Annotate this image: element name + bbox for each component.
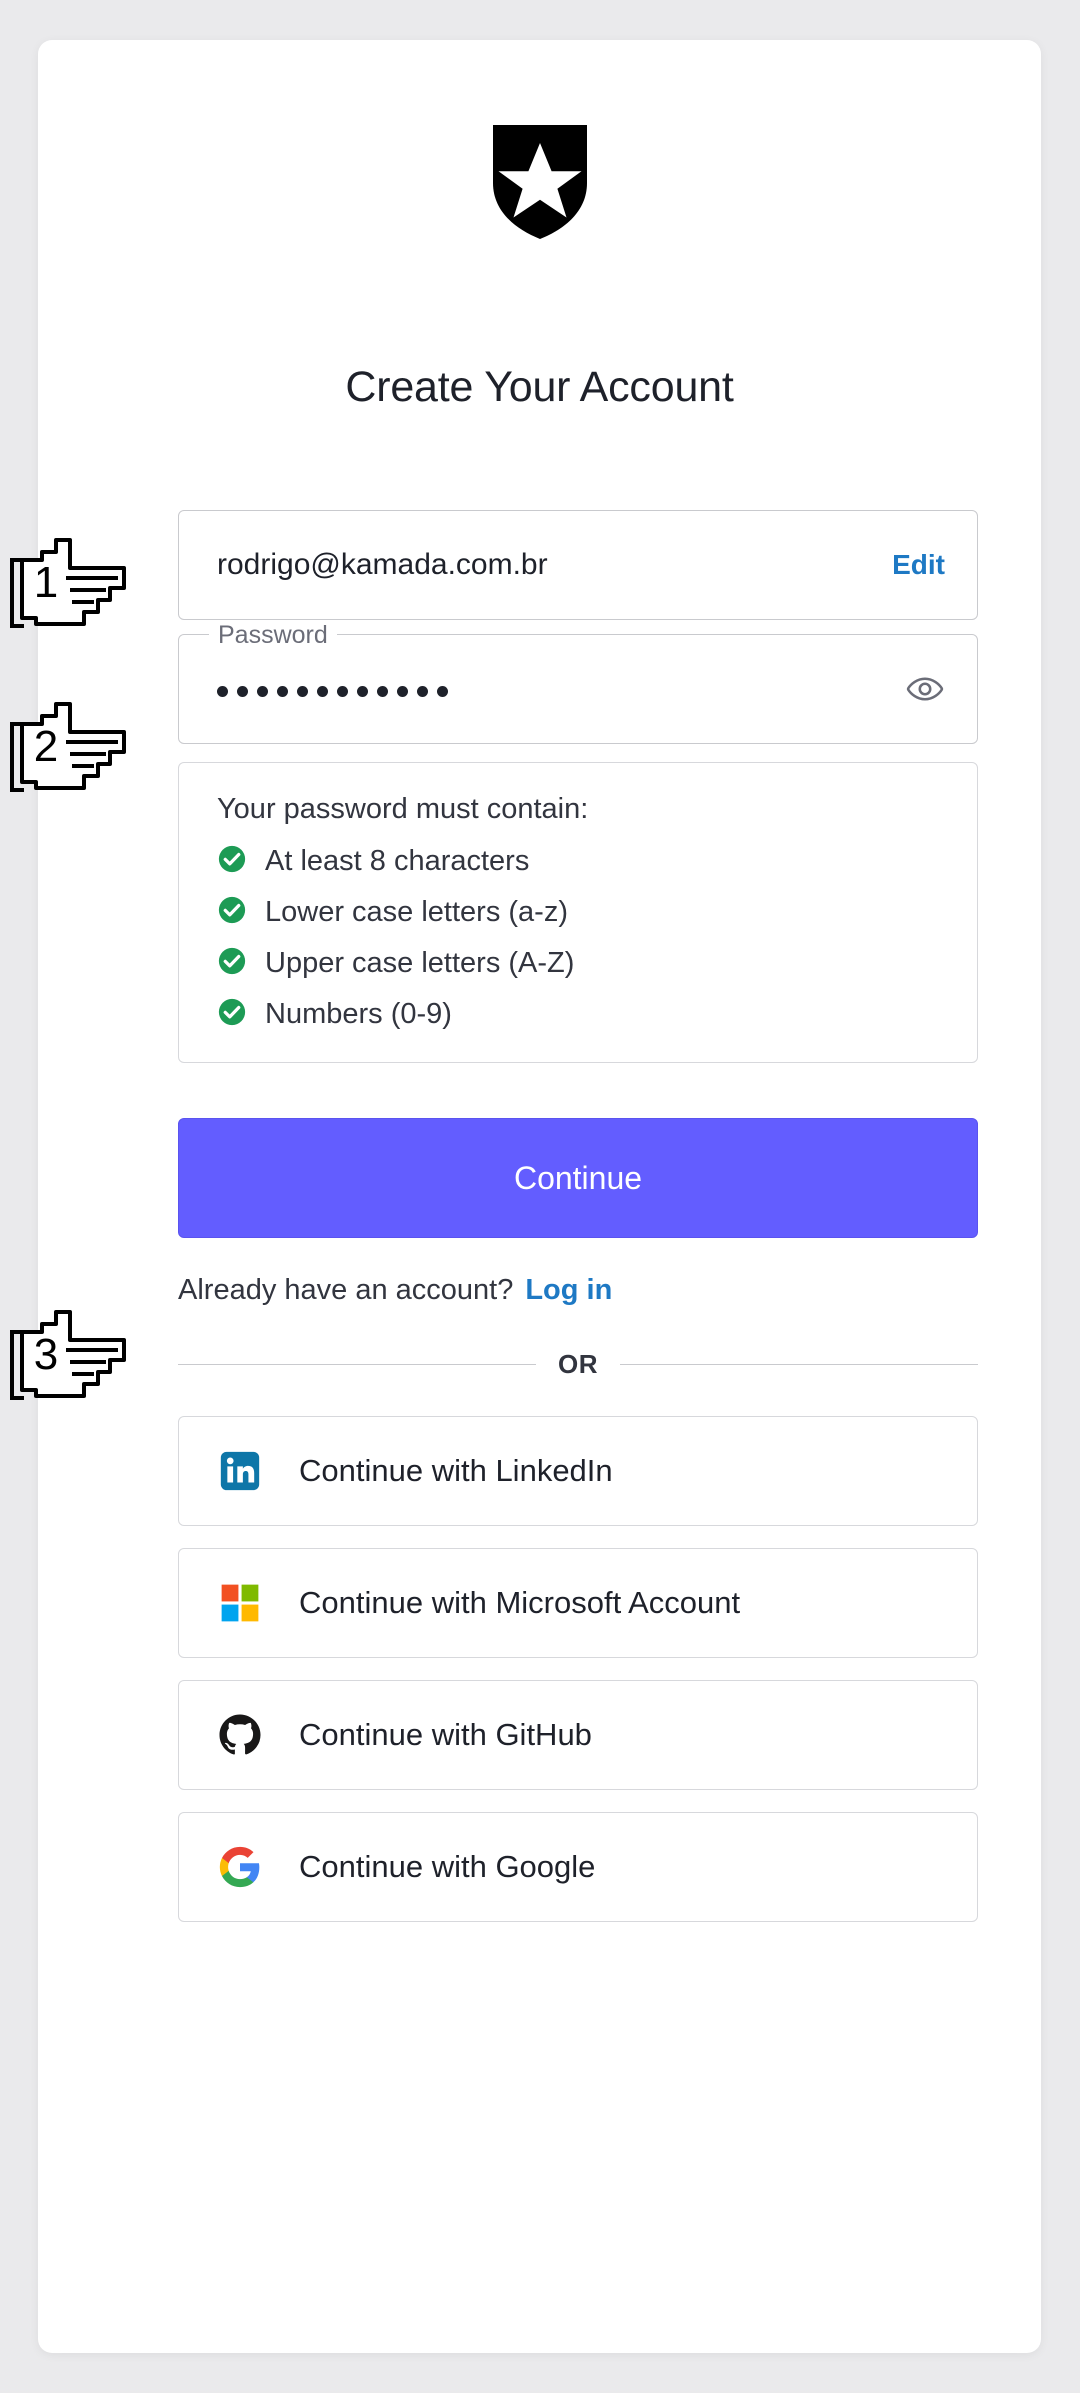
divider-rule-right — [620, 1364, 978, 1365]
social-button-label: Continue with LinkedIn — [299, 1453, 613, 1488]
divider-label: OR — [558, 1349, 598, 1379]
password-policy-label: Numbers (0-9) — [265, 998, 452, 1030]
password-policy-item: Lower case letters (a-z) — [217, 895, 941, 930]
email-value[interactable]: rodrigo@kamada.com.br — [217, 548, 892, 582]
continue-with-google-button[interactable]: Continue with Google — [178, 1812, 978, 1922]
password-policy-item: Numbers (0-9) — [217, 997, 941, 1032]
or-divider: OR — [178, 1349, 978, 1380]
password-policy-label: At least 8 characters — [265, 845, 530, 877]
eye-icon[interactable] — [899, 663, 951, 715]
login-link[interactable]: Log in — [525, 1274, 612, 1307]
check-circle-icon — [217, 895, 247, 930]
continue-with-linkedin-button[interactable]: Continue with LinkedIn — [178, 1416, 978, 1526]
social-login-list: Continue with LinkedIn Continue with Mic… — [178, 1416, 978, 1922]
edit-email-link[interactable]: Edit — [892, 549, 945, 581]
auth0-shield-star-icon — [492, 125, 587, 239]
linkedin-icon — [215, 1446, 265, 1496]
password-policy-panel: Your password must contain: At least 8 c… — [178, 762, 978, 1063]
password-policy-label: Lower case letters (a-z) — [265, 896, 568, 928]
continue-button[interactable]: Continue — [178, 1118, 978, 1238]
social-button-label: Continue with Google — [299, 1849, 596, 1884]
social-button-label: Continue with Microsoft Account — [299, 1585, 741, 1620]
check-circle-icon — [217, 997, 247, 1032]
email-field[interactable]: rodrigo@kamada.com.br Edit — [178, 510, 978, 620]
password-policy-item: At least 8 characters — [217, 844, 941, 879]
login-prompt: Already have an account? Log in — [178, 1274, 978, 1307]
social-button-label: Continue with GitHub — [299, 1717, 592, 1752]
github-icon — [215, 1710, 265, 1760]
password-label: Password — [209, 620, 337, 650]
check-circle-icon — [217, 844, 247, 879]
continue-with-microsoft-button[interactable]: Continue with Microsoft Account — [178, 1548, 978, 1658]
microsoft-icon — [215, 1578, 265, 1628]
divider-rule-left — [178, 1364, 536, 1365]
password-policy-title: Your password must contain: — [217, 793, 589, 825]
brand-logo — [38, 125, 1041, 239]
login-prompt-text: Already have an account? — [178, 1274, 514, 1306]
signup-card: Create Your Account rodrigo@kamada.com.b… — [38, 40, 1041, 2353]
page-title: Create Your Account — [345, 363, 734, 411]
google-icon — [215, 1842, 265, 1892]
signup-form: rodrigo@kamada.com.br Edit Password Your… — [178, 510, 978, 1922]
password-field[interactable]: Password — [178, 620, 978, 744]
password-input[interactable] — [217, 682, 899, 697]
continue-with-github-button[interactable]: Continue with GitHub — [178, 1680, 978, 1790]
password-policy-label: Upper case letters (A-Z) — [265, 947, 575, 979]
check-circle-icon — [217, 946, 247, 981]
password-policy-item: Upper case letters (A-Z) — [217, 946, 941, 981]
signup-page: Create Your Account rodrigo@kamada.com.b… — [0, 0, 1080, 2393]
